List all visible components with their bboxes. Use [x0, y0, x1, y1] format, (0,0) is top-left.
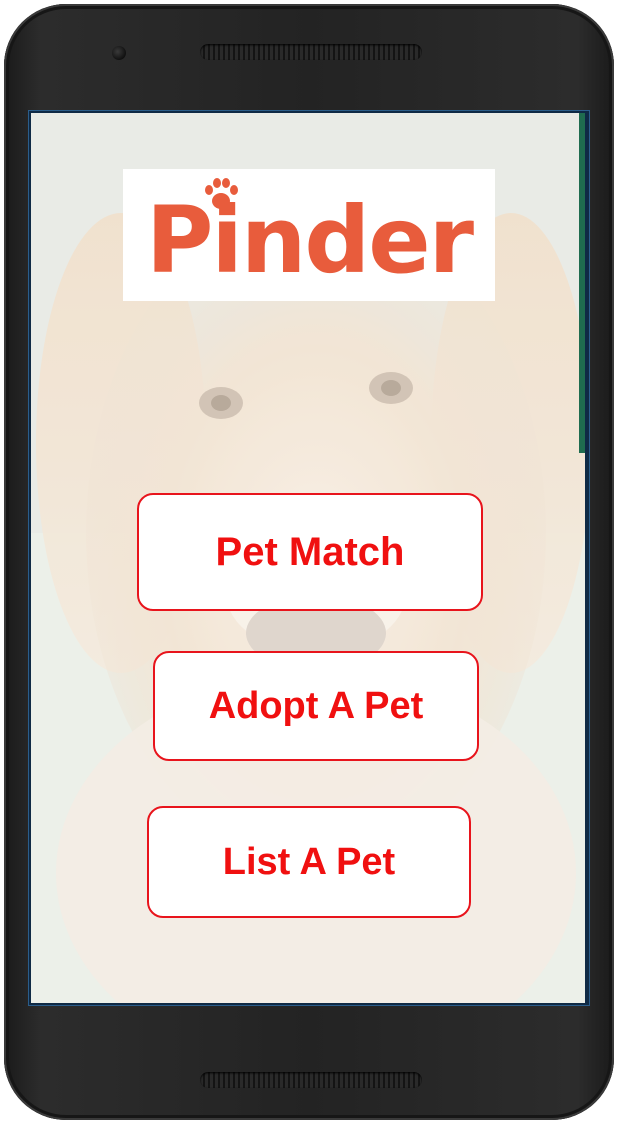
pet-match-button[interactable]: Pet Match	[137, 493, 483, 611]
list-a-pet-button[interactable]: List A Pet	[147, 806, 471, 918]
app-logo: Pinder	[123, 169, 495, 301]
phone-frame: Pinder Pet Match Adopt A Pet List A Pet	[4, 4, 614, 1120]
pinder-home-screen: Pinder Pet Match Adopt A Pet List A Pet	[31, 113, 585, 1003]
bottom-speaker	[200, 1072, 422, 1088]
device-screen: Pinder Pet Match Adopt A Pet List A Pet	[28, 110, 590, 1006]
adopt-a-pet-button[interactable]: Adopt A Pet	[153, 651, 479, 761]
logo-wordmark: Pinder	[145, 187, 474, 294]
earpiece-speaker	[200, 44, 422, 60]
front-camera	[112, 46, 126, 60]
edge-strip	[579, 113, 585, 453]
